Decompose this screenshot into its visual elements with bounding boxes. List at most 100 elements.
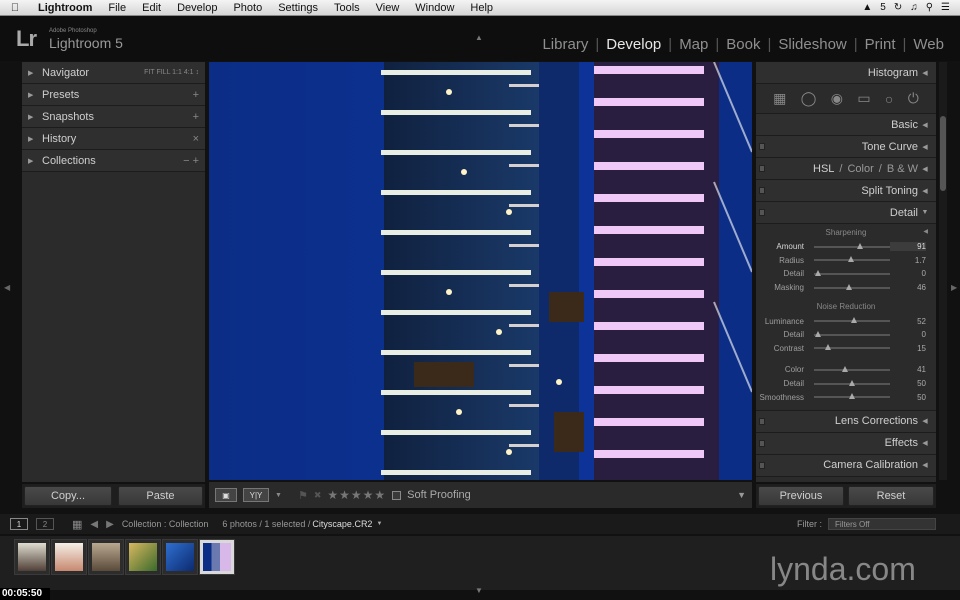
camera-calibration-panel-header[interactable]: Camera Calibration ◀ <box>756 454 936 477</box>
slider-masking[interactable]: Masking 46 <box>756 281 936 295</box>
module-slideshow[interactable]: Slideshow <box>772 36 852 53</box>
slider-value[interactable]: 46 <box>890 283 926 292</box>
slider-track[interactable] <box>814 344 890 351</box>
slider-thumb[interactable] <box>814 269 821 276</box>
reject-flag-icon[interactable]: ✖ <box>314 490 322 501</box>
sharpening-preview-toggle-icon[interactable]: ◀ <box>923 228 928 235</box>
menu-edit[interactable]: Edit <box>134 0 169 16</box>
before-after-dropdown-icon[interactable]: ▼ <box>275 492 282 499</box>
right-panel-scrollbar[interactable] <box>939 62 947 480</box>
menu-file[interactable]: File <box>100 0 134 16</box>
module-develop[interactable]: Develop <box>600 36 667 53</box>
panel-switch-icon[interactable] <box>759 143 765 150</box>
slider-thumb[interactable] <box>850 317 857 324</box>
filmstrip-toggle-icon[interactable]: ▼ <box>475 586 483 595</box>
module-library[interactable]: Library <box>536 36 594 53</box>
menu-photo[interactable]: Photo <box>225 0 270 16</box>
detail-panel-header[interactable]: Detail ▼ <box>756 202 936 224</box>
adobe-icon[interactable]: ▲ <box>862 2 872 13</box>
panel-switch-icon[interactable] <box>759 165 765 172</box>
panel-switch-icon[interactable] <box>759 417 765 425</box>
apple-icon[interactable]:  <box>0 2 30 14</box>
slider-value[interactable]: 15 <box>890 344 926 353</box>
add-preset-button[interactable]: + <box>193 89 205 101</box>
tone-curve-panel-header[interactable]: Tone Curve ◀ <box>756 136 936 158</box>
list-icon[interactable]: ☰ <box>941 2 950 13</box>
slider-luminance[interactable]: Luminance 52 <box>756 314 936 328</box>
slider-value[interactable]: 50 <box>890 379 926 388</box>
slider-track[interactable] <box>814 283 890 290</box>
left-panel-toggle-icon[interactable]: ◀ <box>4 283 10 292</box>
film-thumb[interactable] <box>162 539 198 575</box>
slider-contrast[interactable]: Contrast 15 <box>756 342 936 356</box>
navigator-panel-header[interactable]: ▶ Navigator FIT FILL 1:1 4:1 ↕ <box>22 62 205 84</box>
film-thumb[interactable] <box>14 539 50 575</box>
slider-thumb[interactable] <box>849 393 855 400</box>
secondary-window-button[interactable]: 2 <box>36 518 54 530</box>
clear-history-button[interactable]: × <box>193 133 205 145</box>
slider-amount[interactable]: Amount 91 <box>756 240 936 254</box>
soft-proofing-checkbox[interactable] <box>392 490 402 500</box>
slider-track[interactable] <box>814 317 890 324</box>
slider-value[interactable]: 50 <box>890 393 926 402</box>
before-after-button[interactable]: Y|Y <box>243 488 269 502</box>
star-rating[interactable]: ★★★★★ <box>327 488 386 502</box>
slider-detail[interactable]: Detail 50 <box>756 377 936 391</box>
history-panel-header[interactable]: ▶ History × <box>22 128 205 150</box>
main-window-button[interactable]: 1 <box>10 518 28 530</box>
color-tab[interactable]: Color <box>847 163 873 175</box>
slider-thumb[interactable] <box>845 283 852 290</box>
slider-detail[interactable]: Detail 0 <box>756 267 936 281</box>
filter-select[interactable]: Filters Off <box>828 518 936 530</box>
adjustment-brush-icon[interactable]: ⏻ <box>908 90 919 107</box>
scrollbar-thumb[interactable] <box>940 116 946 191</box>
hsl-panel-header[interactable]: HSL / Color / B & W ◀ <box>756 158 936 180</box>
crop-overlay-icon[interactable]: ▦ <box>773 90 786 107</box>
slider-thumb[interactable] <box>842 365 849 372</box>
slider-thumb[interactable] <box>857 242 864 249</box>
back-arrow-icon[interactable]: ◀ <box>90 519 98 530</box>
snapshots-panel-header[interactable]: ▶ Snapshots + <box>22 106 205 128</box>
flag-icon[interactable]: ⚑ <box>298 489 308 502</box>
effects-panel-header[interactable]: Effects ◀ <box>756 432 936 455</box>
slider-value[interactable]: 0 <box>890 330 926 339</box>
slider-thumb[interactable] <box>814 330 821 337</box>
toolbar-options-icon[interactable]: ▼ <box>737 490 746 500</box>
panel-switch-icon[interactable] <box>759 187 765 194</box>
slider-track[interactable] <box>814 269 890 276</box>
bw-tab[interactable]: B & W <box>887 163 918 175</box>
slider-value[interactable]: 0 <box>890 269 926 278</box>
radial-filter-icon[interactable]: ○ <box>885 91 893 107</box>
slider-track[interactable] <box>814 379 890 386</box>
collections-panel-header[interactable]: ▶ Collections − + <box>22 150 205 172</box>
module-web[interactable]: Web <box>907 36 950 53</box>
histogram-panel-header[interactable]: Histogram ◀ <box>756 62 936 84</box>
current-filename[interactable]: Cityscape.CR2 <box>312 519 372 529</box>
filename-dropdown-icon[interactable]: ▼ <box>376 521 382 527</box>
split-toning-panel-header[interactable]: Split Toning ◀ <box>756 180 936 202</box>
panel-switch-icon[interactable] <box>759 439 765 447</box>
menu-help[interactable]: Help <box>462 0 501 16</box>
volume-icon[interactable]: ♫ <box>910 2 918 13</box>
copy-settings-button[interactable]: Copy... <box>24 486 112 506</box>
graduated-filter-icon[interactable]: ▭ <box>857 90 870 107</box>
add-snapshot-button[interactable]: + <box>193 111 205 123</box>
slider-value[interactable]: 41 <box>890 365 926 374</box>
module-map[interactable]: Map <box>673 36 714 53</box>
slider-track[interactable] <box>814 242 890 249</box>
spot-removal-icon[interactable]: ◯ <box>801 90 817 107</box>
search-icon[interactable]: ⚲ <box>926 2 933 13</box>
photo-preview[interactable] <box>209 62 752 480</box>
basic-panel-header[interactable]: Basic ◀ <box>756 114 936 136</box>
slider-track[interactable] <box>814 256 890 263</box>
collection-actions[interactable]: − + <box>183 155 205 167</box>
red-eye-icon[interactable]: ◉ <box>831 90 843 107</box>
paste-settings-button[interactable]: Paste <box>118 486 203 506</box>
right-panel-toggle-icon[interactable]: ▶ <box>951 283 957 292</box>
hsl-tab[interactable]: HSL <box>813 163 834 175</box>
film-thumb-selected[interactable] <box>199 539 235 575</box>
menu-settings[interactable]: Settings <box>270 0 326 16</box>
slider-smoothness[interactable]: Smoothness 50 <box>756 390 936 404</box>
reset-button[interactable]: Reset <box>848 486 934 506</box>
film-thumb[interactable] <box>125 539 161 575</box>
